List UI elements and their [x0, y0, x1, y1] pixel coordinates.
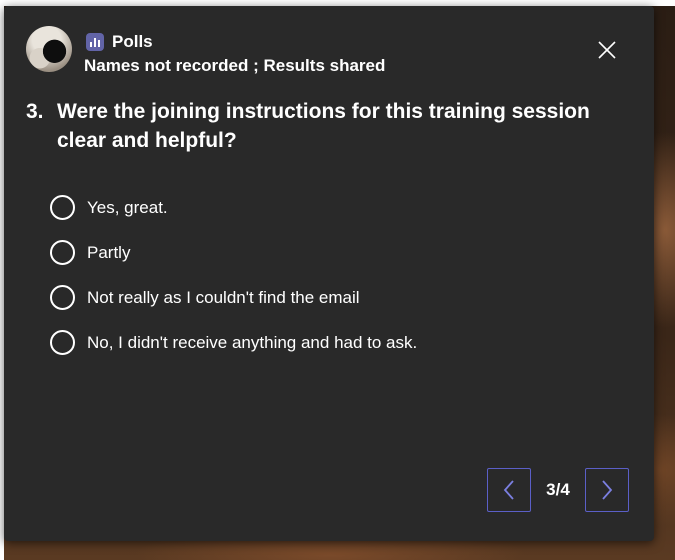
chevron-right-icon	[602, 480, 613, 500]
app-name: Polls	[112, 32, 153, 51]
radio-button[interactable]	[50, 195, 75, 220]
poll-option[interactable]: Not really as I couldn't find the email	[50, 275, 417, 320]
polls-icon	[86, 33, 104, 51]
pagination: 3/4	[487, 468, 629, 512]
close-button[interactable]	[596, 39, 618, 61]
avatar	[26, 26, 72, 72]
poll-option[interactable]: No, I didn't receive anything and had to…	[50, 320, 417, 365]
chevron-left-icon	[503, 480, 514, 500]
poll-options: Yes, great. Partly Not really as I could…	[50, 185, 417, 365]
poll-subtitle: Names not recorded ; Results shared	[84, 56, 386, 75]
question-number: 3.	[26, 100, 44, 123]
option-label: Not really as I couldn't find the email	[87, 287, 360, 307]
option-label: No, I didn't receive anything and had to…	[87, 332, 418, 352]
option-label: Partly	[87, 242, 131, 262]
close-icon	[598, 41, 616, 59]
poll-option[interactable]: Yes, great.	[50, 185, 417, 230]
poll-card: Polls Names not recorded ; Results share…	[4, 6, 654, 541]
next-button[interactable]	[585, 468, 629, 512]
page-indicator: 3/4	[546, 480, 570, 499]
previous-button[interactable]	[487, 468, 531, 512]
radio-button[interactable]	[50, 285, 75, 310]
question-text: Were the joining instructions for this t…	[57, 100, 590, 152]
radio-button[interactable]	[50, 240, 75, 265]
poll-option[interactable]: Partly	[50, 230, 417, 275]
radio-button[interactable]	[50, 330, 75, 355]
option-label: Yes, great.	[87, 197, 168, 217]
